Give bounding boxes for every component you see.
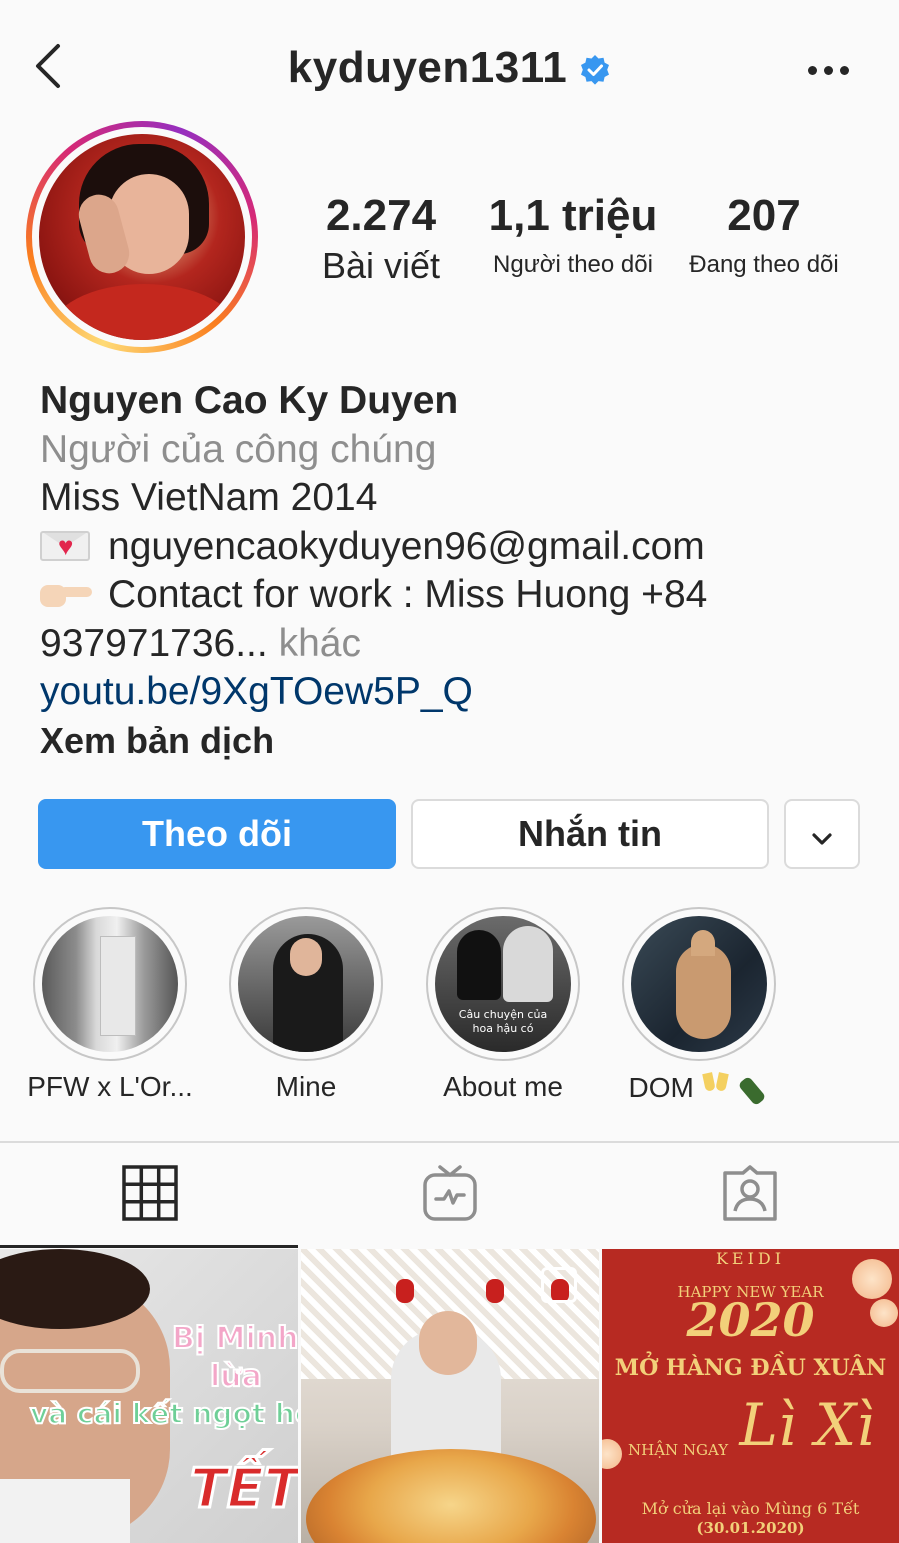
posts-count: 2.274 — [325, 191, 437, 240]
post-thumbnail[interactable]: KEIDI HAPPY NEW YEAR 2020 MỞ HÀNG ĐẦU XU… — [602, 1249, 899, 1543]
following-label: Đang theo dõi — [689, 251, 839, 278]
active-tab-indicator — [0, 1245, 298, 1248]
more-options-icon[interactable] — [808, 58, 856, 82]
profile-username: kyduyen1311 — [287, 43, 568, 92]
profile-avatar[interactable] — [26, 121, 258, 353]
post-overlay-text: Bị Minh T — [171, 1320, 298, 1357]
stat-posts[interactable]: 2.274 Bài viết — [291, 188, 471, 286]
pointing-right-emoji-icon — [40, 581, 92, 607]
highlight-dom[interactable]: DOM — [619, 907, 779, 1104]
avatar-photo — [39, 134, 245, 340]
followers-count: 1,1 triệu — [488, 191, 658, 240]
profile-full-name: Nguyen Cao Ky Duyen — [40, 379, 459, 422]
tab-igtv[interactable] — [300, 1143, 599, 1247]
highlight-label: About me — [443, 1071, 563, 1102]
highlight-label: PFW x L'Or... — [27, 1071, 193, 1102]
post-script: Lì Xì — [739, 1391, 875, 1459]
tab-posts-grid[interactable] — [0, 1143, 299, 1247]
highlight-label-text: DOM — [628, 1072, 694, 1103]
highlight-about-me[interactable]: Câu chuyện của hoa hậu có About me — [423, 907, 583, 1103]
post-brand: KEIDI — [715, 1249, 786, 1268]
following-count: 207 — [727, 191, 801, 240]
tagged-person-icon — [721, 1164, 779, 1226]
multiple-photos-icon — [541, 1267, 577, 1303]
verified-badge-icon — [579, 54, 611, 86]
champagne-bottle-emoji-icon — [739, 1071, 769, 1101]
highlight-label: DOM — [629, 1071, 770, 1104]
bio-line: Miss VietNam 2014 — [40, 476, 378, 519]
profile-bio: Nguyen Cao Ky Duyen Người của công chúng… — [40, 377, 880, 765]
post-headline: MỞ HÀNG ĐẦU XUÂN — [614, 1355, 887, 1381]
love-letter-emoji-icon — [40, 530, 90, 561]
stat-following[interactable]: 207 Đang theo dõi — [674, 188, 854, 280]
bio-phone: 937971736... — [40, 621, 268, 665]
igtv-icon — [422, 1163, 478, 1228]
suggested-dropdown-button[interactable] — [784, 799, 860, 869]
bio-contact-line: Contact for work : Miss Huong +84 — [40, 571, 880, 620]
highlight-caption-line: hoa hậu có — [472, 1022, 534, 1035]
post-date: (30.01.2020) — [696, 1519, 805, 1537]
clinking-glasses-emoji-icon — [702, 1071, 732, 1101]
stat-followers[interactable]: 1,1 triệu Người theo dõi — [483, 188, 663, 280]
highlight-caption-line: Câu chuyện của — [458, 1008, 548, 1021]
profile-category: Người của công chúng — [40, 427, 437, 471]
grid-icon — [121, 1164, 178, 1226]
posts-label: Bài viết — [321, 245, 441, 286]
bio-more-link[interactable]: khác — [279, 622, 361, 665]
bio-phone-line: 937971736... khác — [40, 620, 880, 669]
post-footer: Mở cửa lại vào Mùng 6 Tết — [641, 1499, 860, 1518]
post-overlay-text: và cái kết ngọt hơ — [29, 1396, 298, 1431]
highlight-cover-image — [631, 916, 767, 1052]
header-title-bar: kyduyen1311 — [0, 40, 899, 96]
post-year: 2020 — [686, 1293, 815, 1347]
message-button[interactable]: Nhắn tin — [411, 799, 769, 869]
tab-tagged[interactable] — [600, 1143, 899, 1247]
post-thumbnail[interactable] — [301, 1249, 599, 1543]
see-translation-link[interactable]: Xem bản dịch — [40, 717, 880, 766]
chevron-down-icon — [811, 813, 833, 855]
highlight-mine[interactable]: Mine — [226, 907, 386, 1103]
highlight-pfw[interactable]: PFW x L'Or... — [27, 907, 193, 1103]
highlight-cover-image: Câu chuyện của hoa hậu có — [435, 916, 571, 1052]
highlight-label: Mine — [275, 1071, 337, 1102]
followers-label: Người theo dõi — [493, 251, 653, 278]
bio-email: nguyencaokyduyen96@gmail.com — [108, 524, 705, 568]
post-thumbnail[interactable]: Bị Minh T lừa và cái kết ngọt hơ TẾT — [0, 1249, 298, 1543]
follow-button[interactable]: Theo dõi — [38, 799, 396, 869]
highlight-cover-image — [42, 916, 178, 1052]
post-overlay-text: lừa — [209, 1358, 263, 1395]
highlight-cover-image — [238, 916, 374, 1052]
post-overlay-text: TẾT — [189, 1456, 298, 1522]
bio-website-link[interactable]: youtu.be/9XgTOew5P_Q — [40, 668, 880, 717]
bio-email-line: nguyencaokyduyen96@gmail.com — [40, 523, 880, 572]
bio-contact: Contact for work : Miss Huong +84 — [108, 573, 708, 616]
